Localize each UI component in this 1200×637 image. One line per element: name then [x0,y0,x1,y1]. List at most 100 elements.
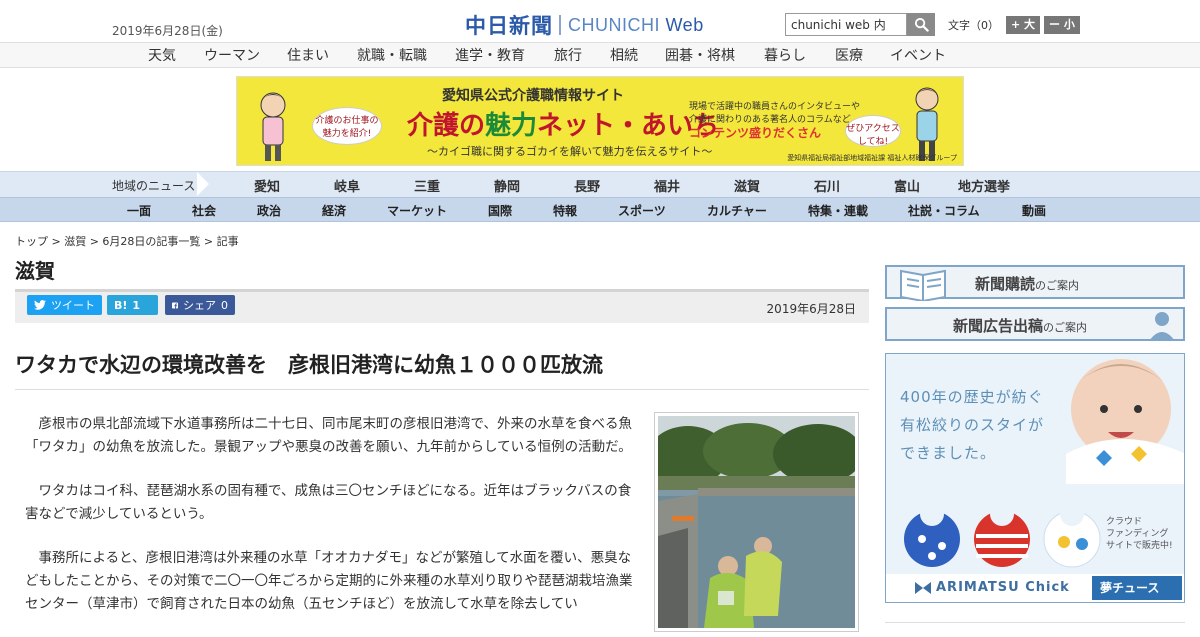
top-header: 2019年6月28日(金) 中日新聞 CHUNICHI Web 文字（0） + … [0,0,1200,42]
tweet-label: ツイート [51,299,95,312]
logo-separator [559,15,561,35]
sec-item-front[interactable]: 一面 [127,202,151,219]
text-size-increase-button[interactable]: + 大 [1006,16,1041,34]
region-item-toyama[interactable]: 富山 [894,176,920,195]
arimatsu-ad[interactable]: 400年の歴史が紡ぐ 有松絞りのスタイが できました。 クラウド ファンディング… [885,353,1185,603]
person-icon [1149,312,1175,341]
kaigo-ad-banner[interactable]: 介護のお仕事の魅力を紹介! 愛知県公式介護職情報サイト 介護の魅力ネット・あいち… [236,76,964,166]
ad2-line1: 400年の歴史が紡ぐ [900,388,1044,406]
ad2-crowdfunding: クラウド ファンディング サイトで販売中! [1106,517,1173,551]
sec-item-politics[interactable]: 政治 [257,202,281,219]
cat-item-medical[interactable]: 医療 [835,45,863,65]
ad-bubble-left: 介護のお仕事の魅力を紹介! [312,107,382,145]
region-item-shizuoka[interactable]: 静岡 [494,176,520,195]
facebook-icon [172,302,178,308]
ad-bubble-right: ぜひアクセスしてね! [845,115,901,147]
advertise-label: 新聞広告出稿のご案内 [953,317,1088,335]
region-item-mie[interactable]: 三重 [414,176,440,195]
sec-item-international[interactable]: 国際 [488,202,512,219]
sec-item-sports[interactable]: スポーツ [618,202,666,219]
region-item-gifu[interactable]: 岐阜 [334,176,360,195]
text-size-label: 文字（0） [948,19,999,32]
facebook-share-count: 0 [221,298,228,312]
region-item-nagano[interactable]: 長野 [574,176,600,195]
region-nav-head: 地域のニュース [0,172,222,197]
ad2-line3: できました。 [900,444,997,462]
cat-item-igo-shogi[interactable]: 囲碁・将棋 [665,45,735,65]
ad2-footer: ARIMATSU Chick 夢チュース [886,574,1184,602]
text-size-decrease-button[interactable]: ー 小 [1044,16,1080,34]
region-item-fukui[interactable]: 福井 [654,176,680,195]
region-item-aichi[interactable]: 愛知 [254,176,280,195]
section-nav: 一面 社会 政治 経済 マーケット 国際 特報 スポーツ カルチャー 特集・連載… [0,197,1200,222]
header-date: 2019年6月28日(金) [112,24,223,38]
cat-item-event[interactable]: イベント [890,45,946,65]
text-size-control: 文字（0） + 大 ー 小 [948,16,1080,34]
region-nav-arrow [197,172,209,196]
article-photo-image [658,416,855,628]
region-item-ishikawa[interactable]: 石川 [814,176,840,195]
hatena-count: 1 [132,298,141,312]
search-button[interactable] [907,13,935,36]
cat-item-education[interactable]: 進学・教育 [455,45,525,65]
article-paragraph: ワタカはコイ科、琵琶湖水系の固有種で、成魚は三〇センチほどになる。近年はブラック… [25,483,632,522]
advertise-banner[interactable]: 新聞広告出稿のご案内 [885,307,1185,341]
logo-web: Web [665,14,704,35]
article-paragraph: 事務所によると、彦根旧港湾は外来種の水草「オオカナダモ」などが繁殖して水面を覆い… [25,550,633,612]
facebook-share-label: シェア [183,299,216,312]
ad-tagline: 〜カイゴ職に関するゴカイを解いて魅力を伝えるサイト〜 [427,145,713,158]
ad2-brand: ARIMATSU Chick [936,580,1070,595]
sidebar-divider [885,622,1185,623]
sec-item-video[interactable]: 動画 [1022,202,1046,219]
region-item-local-elections[interactable]: 地方選挙 [958,176,1010,195]
sec-item-features[interactable]: 特集・連載 [808,202,868,219]
sec-item-society[interactable]: 社会 [192,202,216,219]
share-bar: ツイート B! 1 シェア 0 2019年6月28日 [15,289,869,323]
page-title: 滋賀 [15,259,55,283]
ad-subtitle: 愛知県公式介護職情報サイト [442,88,624,104]
ad-character-right [915,87,939,161]
region-item-shiga[interactable]: 滋賀 [734,176,760,195]
search-input[interactable] [785,13,907,36]
subscribe-banner[interactable]: 新聞購読のご案内 [885,265,1185,301]
sec-item-culture[interactable]: カルチャー [707,202,767,219]
newspaper-icon [900,269,946,301]
search-icon [914,17,929,32]
sec-item-market[interactable]: マーケット [387,202,447,219]
tweet-button[interactable]: ツイート [27,295,102,315]
cat-item-woman[interactable]: ウーマン [204,45,260,65]
bow-icon [915,582,931,594]
ad-side-text: 現場で活躍中の職員さんのインタビューや 介護に関わりのある著名人のコラムなど コ… [689,102,861,140]
cat-item-housing[interactable]: 住まい [287,45,329,65]
ad-baby-image [1066,359,1184,484]
sec-item-special-report[interactable]: 特報 [553,202,577,219]
sec-item-editorial[interactable]: 社説・コラム [908,202,980,219]
headline-divider [15,389,869,390]
hatena-bookmark-button[interactable]: B! 1 [107,295,158,315]
sec-item-economy[interactable]: 経済 [322,202,346,219]
logo-english: CHUNICHI Web [568,14,704,35]
subscribe-label: 新聞購読のご案内 [975,275,1080,293]
twitter-icon [34,300,46,310]
site-search [785,13,935,36]
article-photo[interactable] [654,412,859,632]
region-nav: 地域のニュース 愛知 岐阜 三重 静岡 長野 福井 滋賀 石川 富山 地方選挙 [0,171,1200,197]
cat-item-weather[interactable]: 天気 [148,45,176,65]
publish-date: 2019年6月28日 [766,302,856,316]
article-body: 彦根市の県北部流域下水道事務所は二十七日、同市尾末町の彦根旧港湾で、外来の水草を… [25,413,642,637]
ad-bibs-image [904,502,1101,568]
category-nav: 天気 ウーマン 住まい 就職・転職 進学・教育 旅行 相続 囲碁・将棋 暮らし … [0,42,1200,68]
hatena-icon: B! [114,298,128,312]
cat-item-jobs[interactable]: 就職・転職 [357,45,427,65]
logo-japanese: 中日新聞 [465,13,553,38]
facebook-share-button[interactable]: シェア 0 [165,295,235,315]
ad-title: 介護の魅力ネット・あいち [407,111,720,141]
cat-item-travel[interactable]: 旅行 [554,45,582,65]
site-logo[interactable]: 中日新聞 CHUNICHI Web [465,10,704,40]
breadcrumb[interactable]: トップ > 滋賀 > 6月28日の記事一覧 > 記事 [15,233,239,249]
article-paragraph: 彦根市の県北部流域下水道事務所は二十七日、同市尾末町の彦根旧港湾で、外来の水草を… [25,416,632,455]
cat-item-inheritance[interactable]: 相続 [610,45,638,65]
ad-footer: 愛知県福祉局福祉部地域福祉課 福祉人材確保グループ [787,154,957,162]
cat-item-living[interactable]: 暮らし [764,45,806,65]
ad2-line2: 有松絞りのスタイが [900,416,1045,434]
